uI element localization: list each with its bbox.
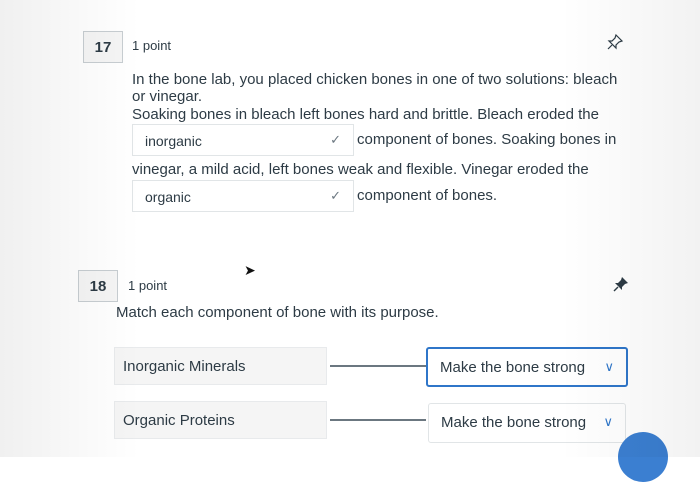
- question-18-number: 18: [78, 270, 118, 302]
- question-17-text-line-5: vinegar, a mild acid, left bones weak an…: [132, 161, 589, 178]
- question-17-points: 1 point: [132, 38, 172, 53]
- question-17-number: 17: [83, 31, 123, 63]
- chevron-down-icon: ∨: [603, 414, 613, 429]
- chevron-down-icon: ✓: [330, 132, 341, 147]
- question-18-points: 1 point: [128, 278, 168, 293]
- floating-action-button[interactable]: [618, 432, 668, 482]
- pin-icon[interactable]: [612, 275, 630, 297]
- question-17-text-after-dropdown-1: component of bones. Soaking bones in: [357, 131, 617, 148]
- question-18-prompt: Match each component of bone with its pu…: [116, 304, 439, 321]
- vinegar-component-value: organic: [145, 189, 191, 205]
- mouse-cursor-icon: ➤: [244, 262, 256, 278]
- question-17-text-line-1: In the bone lab, you placed chicken bone…: [132, 71, 618, 88]
- vinegar-component-dropdown[interactable]: organic ✓: [132, 180, 354, 212]
- bleach-component-dropdown[interactable]: inorganic ✓: [132, 124, 354, 156]
- pin-icon[interactable]: [606, 33, 624, 55]
- organic-proteins-purpose-value: Make the bone strong: [441, 414, 587, 431]
- inorganic-minerals-purpose-value: Make the bone strong: [440, 359, 586, 376]
- match-connector-line: [330, 365, 426, 367]
- pin-outline-icon: [607, 33, 624, 50]
- question-17-text-line-3: Soaking bones in bleach left bones hard …: [132, 106, 599, 123]
- chevron-down-icon: ✓: [330, 188, 341, 203]
- question-17-text-after-dropdown-2: component of bones.: [357, 187, 498, 204]
- match-label-organic-proteins: Organic Proteins: [114, 401, 327, 439]
- match-label-inorganic-minerals: Inorganic Minerals: [114, 347, 327, 385]
- chevron-down-icon: ∨: [604, 359, 614, 374]
- bleach-component-value: inorganic: [145, 133, 202, 149]
- match-connector-line: [330, 419, 426, 421]
- pin-filled-icon: [613, 277, 628, 292]
- organic-proteins-purpose-dropdown[interactable]: Make the bone strong ∨: [428, 403, 626, 443]
- inorganic-minerals-purpose-dropdown[interactable]: Make the bone strong ∨: [426, 347, 628, 387]
